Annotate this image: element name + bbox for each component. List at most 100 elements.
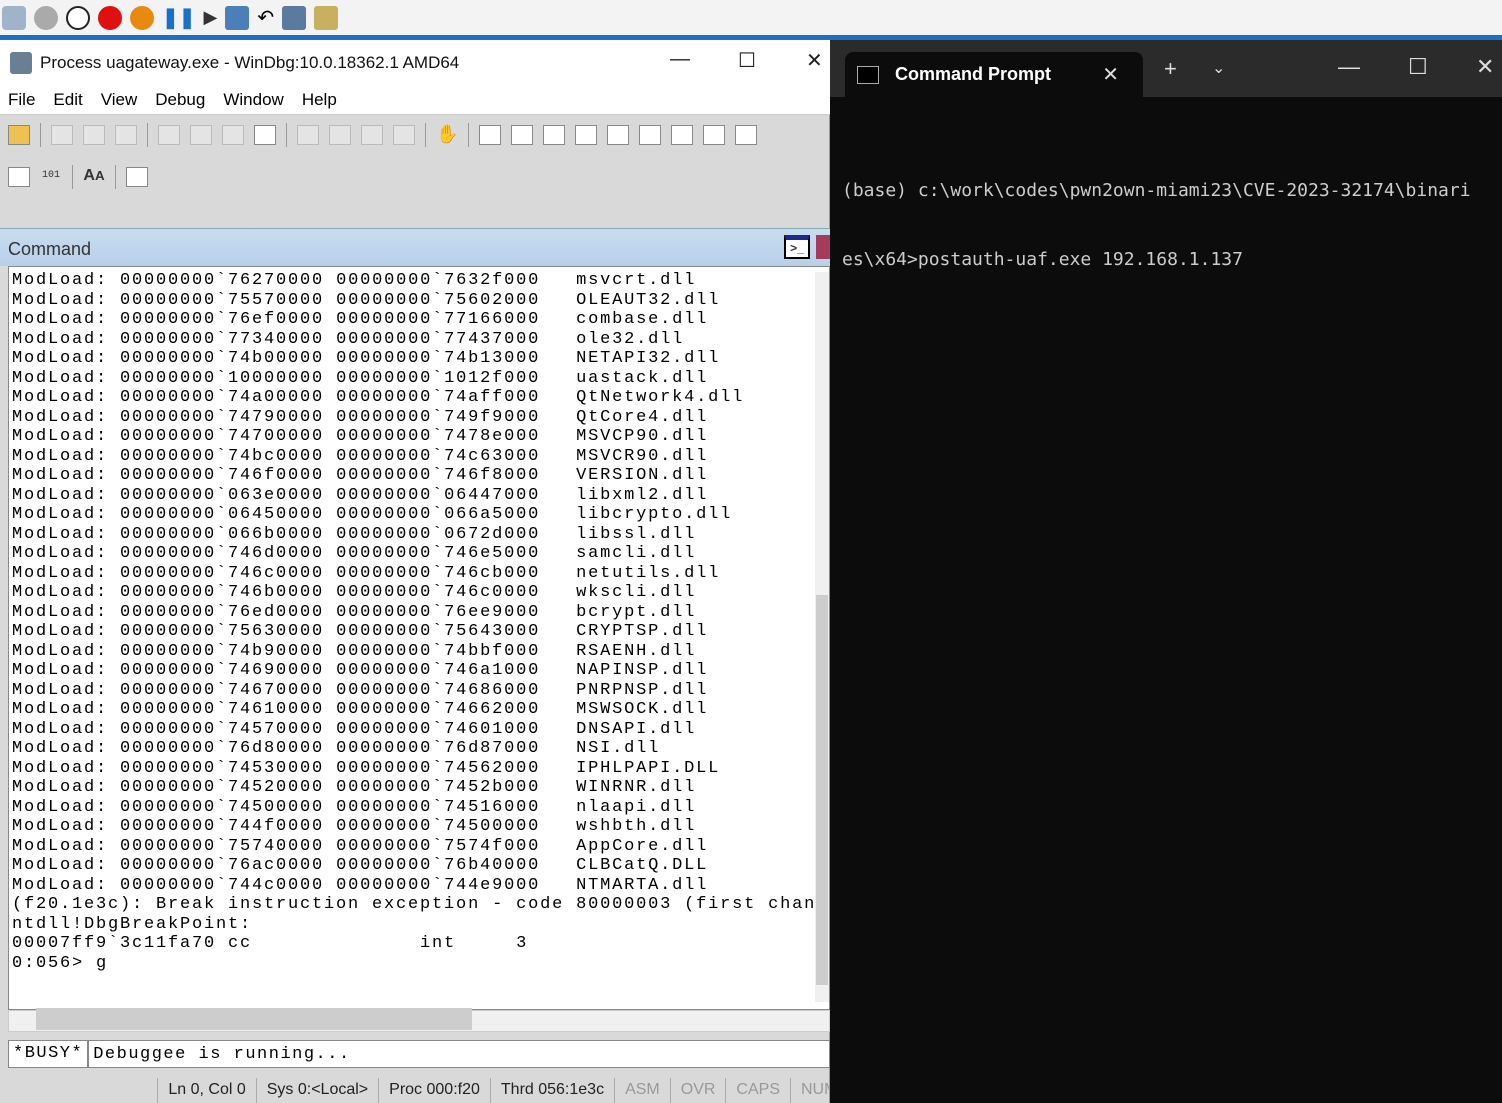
- copy-icon[interactable]: [83, 125, 105, 145]
- command-input-row: *BUSY* Debuggee is running...: [8, 1040, 830, 1068]
- step-out-icon[interactable]: [222, 125, 244, 145]
- network-icon[interactable]: [2, 5, 26, 30]
- output-line: (f20.1e3c): Break instruction exception …: [12, 895, 817, 914]
- modload-line: ModLoad: 00000000`75570000 00000000`7560…: [12, 291, 829, 311]
- modload-modload_label: ModLoad:: [12, 817, 109, 836]
- terminal-window: Command Prompt ✕ + ⌄ — ☐ ✕ (base) c:\wor…: [830, 40, 1502, 1103]
- tab-close-button[interactable]: ✕: [1102, 62, 1119, 87]
- modload-module: VERSION.dll: [576, 466, 709, 485]
- modload-module: AppCore.dll: [576, 836, 709, 856]
- menu-view[interactable]: View: [93, 90, 148, 110]
- watch-window-icon[interactable]: [511, 125, 533, 145]
- modload-line: ModLoad: 00000000`74b90000 00000000`74bb…: [12, 642, 829, 662]
- status-line-col: Ln 0, Col 0: [157, 1078, 255, 1103]
- modload-module: NETAPI32.dll: [576, 349, 721, 368]
- modload-module: libcrypto.dll: [576, 505, 733, 524]
- revert-icon[interactable]: ↶: [257, 5, 274, 30]
- tab-dropdown-button[interactable]: ⌄: [1212, 58, 1225, 78]
- memory-window-icon[interactable]: [607, 125, 629, 145]
- modload-end: 00000000`7478e000: [336, 427, 541, 446]
- run-to-cursor-icon[interactable]: [254, 125, 276, 145]
- modload-module: MSVCR90.dll: [576, 446, 709, 466]
- terminal-output[interactable]: (base) c:\work\codes\pwn2own-miami23\CVE…: [842, 133, 1471, 317]
- busy-indicator: *BUSY*: [9, 1041, 90, 1067]
- new-tab-button[interactable]: +: [1164, 56, 1177, 82]
- source-mode-icon[interactable]: [8, 167, 30, 187]
- command-input[interactable]: Debuggee is running...: [89, 1045, 350, 1064]
- open-icon[interactable]: [8, 125, 30, 145]
- menu-help[interactable]: Help: [294, 90, 347, 110]
- modload-line: ModLoad: 00000000`74a00000 00000000`74af…: [12, 388, 829, 408]
- options-icon[interactable]: [126, 167, 148, 187]
- step-over-icon[interactable]: [190, 125, 212, 145]
- menu-edit[interactable]: Edit: [45, 90, 92, 110]
- modload-modload_label: ModLoad:: [12, 641, 109, 661]
- shutdown-icon[interactable]: [130, 5, 154, 30]
- command-window-icon[interactable]: [479, 125, 501, 145]
- modload-start: 00000000`76ef0000: [120, 310, 325, 329]
- menu-window[interactable]: Window: [215, 90, 293, 110]
- window-title: Process uagateway.exe - WinDbg:10.0.1836…: [40, 52, 460, 72]
- menu-bar: File Edit View Debug Window Help: [0, 85, 830, 115]
- resume-icon[interactable]: ▶: [204, 7, 218, 28]
- menu-file[interactable]: File: [0, 90, 45, 110]
- step-into-icon[interactable]: [158, 125, 180, 145]
- modload-end: 00000000`0672d000: [336, 524, 541, 544]
- maximize-button[interactable]: ☐: [738, 48, 756, 73]
- reset-icon[interactable]: [98, 5, 122, 30]
- font-icon[interactable]: AA: [83, 167, 105, 187]
- source-step-icon[interactable]: [297, 125, 319, 145]
- modload-line: ModLoad: 00000000`10000000 00000000`1012…: [12, 369, 829, 389]
- minimize-button[interactable]: —: [1338, 54, 1360, 80]
- status-system: Sys 0:<Local>: [255, 1078, 378, 1103]
- modload-modload_label: ModLoad:: [12, 661, 109, 680]
- share-icon[interactable]: [314, 5, 339, 30]
- registers-window-icon[interactable]: [575, 125, 597, 145]
- callstack-window-icon[interactable]: [639, 125, 661, 145]
- menu-debug[interactable]: Debug: [147, 90, 215, 110]
- modload-modload_label: ModLoad:: [12, 700, 109, 719]
- minimize-button[interactable]: —: [670, 48, 690, 71]
- power-off-icon[interactable]: [34, 5, 58, 30]
- modload-line: ModLoad: 00000000`74b00000 00000000`74b1…: [12, 349, 829, 369]
- cut-icon[interactable]: [51, 125, 73, 145]
- horizontal-scroll-thumb[interactable]: [36, 1008, 472, 1030]
- disassembly-window-icon[interactable]: [671, 125, 693, 145]
- close-button[interactable]: ✕: [806, 48, 823, 73]
- command-output: ModLoad: 00000000`76270000 00000000`7632…: [8, 266, 830, 1010]
- modload-modload_label: ModLoad:: [12, 583, 109, 602]
- pause-icon[interactable]: ❚❚: [162, 5, 196, 30]
- checkpoint-icon[interactable]: [225, 5, 250, 30]
- modload-end: 00000000`74bbf000: [336, 641, 541, 661]
- processes-threads-icon[interactable]: [735, 125, 757, 145]
- modload-line: ModLoad: 00000000`76ed0000 00000000`76ee…: [12, 603, 829, 623]
- vertical-scroll-thumb[interactable]: [816, 595, 828, 985]
- stop-icon[interactable]: [66, 5, 90, 30]
- tab-command-prompt[interactable]: Command Prompt ✕: [845, 52, 1143, 97]
- maximize-button[interactable]: ☐: [1408, 54, 1428, 80]
- enhanced-session-icon[interactable]: [282, 5, 307, 30]
- modload-line: ModLoad: 00000000`744f0000 00000000`7450…: [12, 817, 829, 837]
- scratch-pad-icon[interactable]: [703, 125, 725, 145]
- source-cursor-icon[interactable]: [393, 125, 415, 145]
- close-button[interactable]: ✕: [1476, 54, 1494, 80]
- status-thread: Thrd 056:1e3c: [489, 1078, 614, 1103]
- break-hand-icon[interactable]: ✋: [436, 125, 458, 145]
- paste-icon[interactable]: [115, 125, 137, 145]
- locals-window-icon[interactable]: [543, 125, 565, 145]
- modload-start: 00000000`74520000: [120, 778, 325, 797]
- command-prompt-icon[interactable]: >_: [784, 235, 810, 259]
- source-over-icon[interactable]: [329, 125, 351, 145]
- modload-module: OLEAUT32.dll: [576, 290, 721, 310]
- pane-close-button[interactable]: [816, 235, 830, 259]
- source-out-icon[interactable]: [361, 125, 383, 145]
- modload-end: 00000000`75643000: [336, 622, 541, 641]
- modload-start: 00000000`74790000: [120, 407, 325, 427]
- modload-start: 00000000`063e0000: [120, 485, 325, 505]
- modload-line: ModLoad: 00000000`06450000 00000000`066a…: [12, 505, 829, 525]
- modload-line: ModLoad: 00000000`74570000 00000000`7460…: [12, 720, 829, 740]
- windbg-window: Process uagateway.exe - WinDbg:10.0.1836…: [0, 40, 830, 1103]
- modload-line: ModLoad: 00000000`74520000 00000000`7452…: [12, 778, 829, 798]
- modload-module: uastack.dll: [576, 368, 709, 388]
- hex-mode-icon[interactable]: 101: [40, 167, 62, 187]
